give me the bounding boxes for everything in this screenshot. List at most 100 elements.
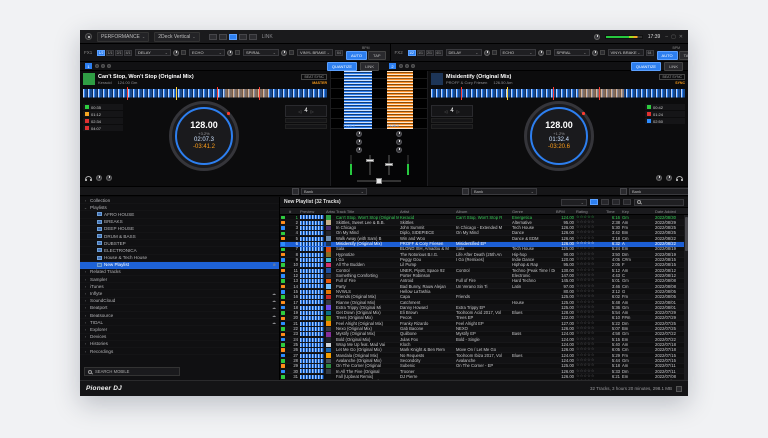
beat-button[interactable]: 2/1 [426,50,434,56]
beat-button[interactable]: 4/1 [435,50,443,56]
preview-waveform[interactable] [300,375,324,379]
sidebar-item[interactable]: › SoundCloud ☁ [80,298,279,305]
fx-knob[interactable] [173,50,179,56]
beat-jump-control[interactable] [285,118,327,123]
grid-adjust-control[interactable] [285,124,327,129]
close-button[interactable]: ✕ [679,34,683,40]
release-fx-select[interactable]: VINYL BRAKE⌄ [608,49,644,56]
beat-sync-button[interactable]: BEAT SYNC [301,74,327,80]
bank-select-1[interactable]: Bank⌄ [301,188,367,195]
search-input[interactable] [643,199,681,206]
loop-beats-control[interactable]: ◁ 4 ▷ [285,105,327,117]
beat-jump-control[interactable] [431,118,473,123]
sidebar-item[interactable]: › TIDAL ☁ [80,319,279,326]
headphone-cue-icon[interactable] [85,176,92,180]
preview-waveform[interactable] [300,269,324,273]
fx-beat-value[interactable]: 64 [335,50,343,56]
view-icon-2[interactable] [219,34,227,40]
master-level-knob[interactable] [594,34,600,40]
beat-button[interactable]: 4/1 [124,50,132,56]
sidebar-item[interactable]: › Histories [80,341,279,348]
preview-waveform[interactable] [300,215,324,219]
cue-list-item[interactable]: 00:35 [83,104,123,110]
fx-on-button[interactable] [600,50,605,55]
deck-knob[interactable] [411,64,415,68]
sidebar-item[interactable]: › Explorer [80,326,279,333]
trim-knob[interactable] [396,131,402,137]
fader-cap[interactable] [385,163,393,166]
crossfader-cap[interactable] [376,178,382,184]
sort-dropdown[interactable]: ⌄ [561,199,587,206]
preview-waveform[interactable] [300,247,324,251]
cue-list-item[interactable]: 01:24 [645,111,685,117]
link-label[interactable]: LINK [262,34,273,40]
sidebar-item[interactable]: › Beatsource ☁ [80,312,279,319]
minimize-button[interactable]: – [665,34,668,40]
fx-select-spiral[interactable]: SPIRAL⌄ [243,49,279,56]
preview-waveform[interactable] [300,295,324,299]
col-rating[interactable]: Rating [575,209,605,214]
bank-select-2[interactable]: Bank⌄ [471,188,537,195]
release-fx-select[interactable]: VINYL BRAKE⌄ [297,49,333,56]
view-icon-1[interactable] [209,34,217,40]
vertical-scrolling-waveforms[interactable]: 1 128.0 2 128.0 [331,71,427,129]
deck1-jog-wheel[interactable]: 128.00 +3.2% 02:07.3 -03:41.2 [169,101,239,171]
deck-filter-knob[interactable] [106,175,112,181]
fx-knob[interactable] [484,50,490,56]
list-view-icon[interactable] [590,199,598,205]
fx-on-button[interactable] [492,50,497,55]
channel1-fader[interactable] [369,155,371,175]
cue-list-item[interactable]: 02:34 [83,118,123,124]
beat-button[interactable]: 1/1 [106,50,114,56]
beat-button[interactable]: 2/1 [115,50,123,56]
col-genre[interactable]: Genre [511,209,555,214]
preview-waveform[interactable] [300,343,324,347]
col-track-title[interactable]: Track Title [335,209,399,214]
sidebar-item[interactable]: › Inflyte ☁ [80,290,279,297]
preview-waveform[interactable] [300,332,324,336]
deck2-jog-wheel[interactable]: 128.00 +1.2% 01:32.4 -03:20.6 [524,101,594,171]
sidebar-item[interactable]: BREAKS [80,219,279,226]
col-key[interactable]: Key [621,209,634,214]
beat-button[interactable]: 1/1 [417,50,425,56]
mode-dropdown[interactable]: PERFORMANCE ⌄ [97,32,149,42]
preview-waveform[interactable] [300,354,324,358]
scrollbar-thumb[interactable] [685,217,688,251]
deck-knob[interactable] [399,64,403,68]
preview-waveform[interactable] [300,348,324,352]
deck-link-button[interactable]: LINK [360,62,379,71]
fx-knob[interactable] [592,50,598,56]
search-mobile-button[interactable]: SEARCH MOBILE [84,367,180,376]
fx-select-delay[interactable]: DELAY⌄ [446,49,482,56]
deck-link-button[interactable]: LINK [664,62,683,71]
deck-knob[interactable] [101,64,105,68]
preview-waveform[interactable] [300,306,324,310]
fx-knob[interactable] [227,50,233,56]
search-box[interactable] [634,199,684,206]
fader-cap[interactable] [366,159,374,162]
preview-waveform[interactable] [300,258,324,262]
sidebar-item[interactable]: › Beatport ☁ [80,305,279,312]
sidebar-item[interactable]: ELECTRONICA [80,247,279,254]
cue-list-item[interactable]: 02:50 [645,118,685,124]
sidebar-item[interactable]: › Related Tracks [80,269,279,276]
preview-waveform[interactable] [300,226,324,230]
loop-half-icon[interactable]: ◁ [444,109,447,114]
sidebar-item[interactable]: AFRO HOUSE [80,211,279,218]
grid-adjust-control[interactable] [431,124,473,129]
fx-knob[interactable] [281,50,287,56]
fx-on-button[interactable] [546,50,551,55]
deck-knob[interactable] [405,64,409,68]
col-bpm[interactable]: BPM [555,209,575,214]
deck1-overview-waveform[interactable] [83,87,327,100]
col-artist[interactable]: Artist [399,209,455,214]
fx-select-echo[interactable]: ECHO⌄ [189,49,225,56]
col-artwork[interactable]: Artwork [325,209,335,214]
preview-waveform[interactable] [300,221,324,225]
preview-waveform[interactable] [300,322,324,326]
deck2-overview-waveform[interactable] [431,87,685,100]
deck-filter-knob[interactable] [656,175,662,181]
sidebar-item[interactable]: › Collection [80,197,279,204]
headphone-cue-icon[interactable] [676,176,683,180]
preview-waveform[interactable] [300,274,324,278]
